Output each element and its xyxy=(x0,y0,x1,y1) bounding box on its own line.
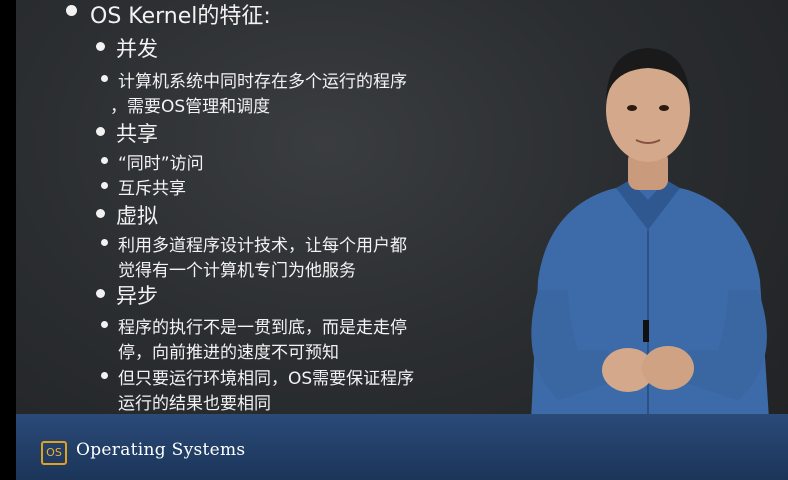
detail-async-1: 程序的执行不是一贯到底，而是走走停 xyxy=(101,313,407,338)
bullet-sharing: 共享 xyxy=(96,118,158,148)
presenter-figure xyxy=(528,48,773,480)
detail-async-3: 但只要运行环境相同，OS需要保证程序 xyxy=(100,364,414,389)
detail-sharing-2: 互斥共享 xyxy=(101,174,186,199)
slide-bullets: OS Kernel的特征: 并发 计算机系统中同时存在多个运行的程序 ，需要OS… xyxy=(16,0,536,415)
detail-virtual-1: 利用多道程序设计技术，让每个用户都 xyxy=(101,231,407,256)
detail-concurrency-2: ，需要OS管理和调度 xyxy=(110,97,271,117)
slide-heading: OS Kernel的特征: xyxy=(66,0,271,30)
bullet-concurrency: 并发 xyxy=(96,33,158,63)
left-black-edge xyxy=(0,0,16,480)
course-banner: OS Operating Systems xyxy=(16,414,788,480)
detail-concurrency-1: 计算机系统中同时存在多个运行的程序 xyxy=(101,67,407,92)
bullet-virtual: 虚拟 xyxy=(96,200,158,230)
bullet-async: 异步 xyxy=(96,280,158,310)
detail-virtual-2: 觉得有一个计算机专门为他服务 xyxy=(118,261,356,281)
video-frame: OS Kernel的特征: 并发 计算机系统中同时存在多个运行的程序 ，需要OS… xyxy=(16,0,788,480)
detail-async-2: 停，向前推进的速度不可预知 xyxy=(118,343,339,363)
course-title: Operating Systems xyxy=(76,440,246,460)
os-logo-icon: OS xyxy=(41,441,67,465)
detail-async-4: 运行的结果也要相同 xyxy=(118,394,271,414)
detail-sharing-1: “同时”访问 xyxy=(101,149,204,174)
